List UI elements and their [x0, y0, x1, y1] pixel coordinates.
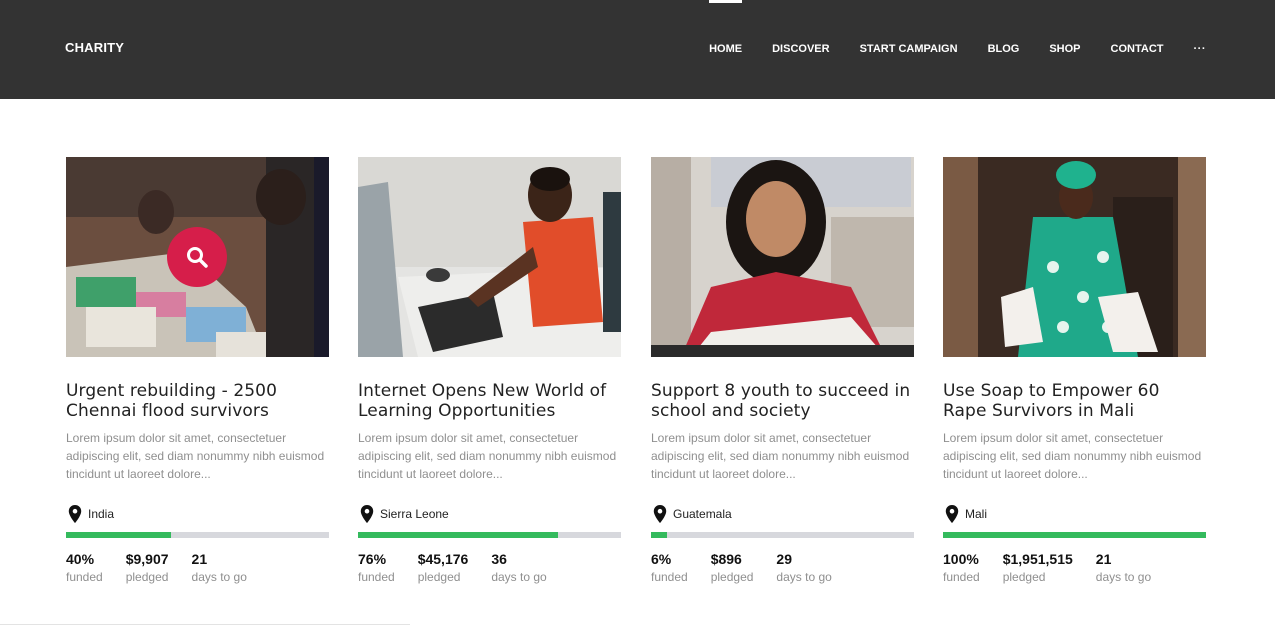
pledged-value: $9,907 — [125, 551, 169, 567]
stat-days: 29 days to go — [776, 550, 831, 586]
more-menu-icon[interactable]: ··· — [1194, 43, 1207, 55]
campaign-title[interactable]: Support 8 youth to succeed in school and… — [651, 381, 914, 421]
campaign-description: Lorem ipsum dolor sit amet, consectetuer… — [943, 431, 1202, 481]
funded-label: funded — [943, 570, 980, 584]
campaign-location: Sierra Leone — [358, 505, 621, 523]
campaign-stats: 76% funded $45,176 pledged 36 days to go — [358, 550, 621, 586]
footer-divider — [0, 624, 410, 625]
campaign-location: Guatemala — [651, 505, 914, 523]
nav-start-campaign[interactable]: START CAMPAIGN — [860, 43, 958, 55]
pledged-value: $45,176 — [417, 551, 469, 567]
campaign-photo — [651, 157, 914, 357]
stat-funded: 6% funded — [651, 550, 688, 586]
map-pin-icon — [360, 505, 374, 523]
days-value: 36 — [491, 551, 507, 567]
campaign-location: India — [66, 505, 329, 523]
stat-pledged: $896 pledged — [711, 550, 754, 586]
funded-label: funded — [651, 570, 688, 584]
funding-progress-bar — [943, 532, 1206, 538]
location-label: Sierra Leone — [380, 507, 449, 521]
days-value: 29 — [776, 551, 792, 567]
campaign-image[interactable] — [943, 157, 1206, 357]
campaign-stats: 6% funded $896 pledged 29 days to go — [651, 550, 914, 586]
funding-progress-fill — [66, 532, 172, 538]
campaign-location: Mali — [943, 505, 1206, 523]
funded-label: funded — [358, 570, 395, 584]
stat-pledged: $45,176 pledged — [418, 550, 469, 586]
pledged-value: $1,951,515 — [1002, 551, 1073, 567]
pledged-label: pledged — [1002, 570, 1046, 584]
pledged-value: $896 — [710, 551, 742, 567]
funding-progress-bar — [651, 532, 914, 538]
campaign-description: Lorem ipsum dolor sit amet, consectetuer… — [358, 431, 617, 481]
nav-blog[interactable]: BLOG — [988, 43, 1020, 55]
stat-pledged: $1,951,515 pledged — [1003, 550, 1073, 586]
nav-shop[interactable]: SHOP — [1049, 43, 1080, 55]
campaign-title[interactable]: Use Soap to Empower 60 Rape Survivors in… — [943, 381, 1206, 421]
campaign-description: Lorem ipsum dolor sit amet, consectetuer… — [66, 431, 325, 481]
stat-days: 36 days to go — [491, 550, 546, 586]
days-label: days to go — [1095, 570, 1152, 584]
funded-value: 76% — [358, 551, 387, 567]
main-nav: HOME DISCOVER START CAMPAIGN BLOG SHOP C… — [679, 0, 1207, 55]
nav-discover[interactable]: DISCOVER — [772, 43, 829, 55]
campaign-title[interactable]: Urgent rebuilding - 2500 Chennai flood s… — [66, 381, 329, 421]
zoom-button[interactable] — [167, 227, 227, 287]
stat-days: 21 days to go — [1096, 550, 1151, 586]
campaign-image[interactable] — [358, 157, 621, 357]
location-label: India — [88, 507, 115, 521]
campaign-stats: 100% funded $1,951,515 pledged 21 days t… — [943, 550, 1206, 586]
campaign-title[interactable]: Internet Opens New World of Learning Opp… — [358, 381, 621, 421]
campaign-card: Urgent rebuilding - 2500 Chennai flood s… — [66, 157, 329, 586]
days-label: days to go — [491, 570, 547, 584]
pledged-label: pledged — [417, 570, 461, 584]
location-label: Mali — [965, 507, 988, 521]
campaign-image[interactable] — [66, 157, 329, 357]
map-pin-icon — [653, 505, 667, 523]
site-logo[interactable]: CHARITY — [65, 40, 124, 55]
campaign-photo — [943, 157, 1206, 357]
campaign-photo — [358, 157, 621, 357]
stat-funded: 76% funded — [358, 550, 395, 586]
days-label: days to go — [191, 570, 247, 584]
funding-progress-bar — [358, 532, 621, 538]
stat-days: 21 days to go — [192, 550, 247, 586]
funded-value: 100% — [943, 551, 979, 567]
pledged-label: pledged — [125, 570, 169, 584]
funded-value: 6% — [651, 551, 672, 567]
nav-home[interactable]: HOME — [709, 0, 743, 55]
stat-pledged: $9,907 pledged — [126, 550, 169, 586]
campaign-stats: 40% funded $9,907 pledged 21 days to go — [66, 550, 329, 586]
campaign-card: Internet Opens New World of Learning Opp… — [358, 157, 621, 586]
campaign-card: Use Soap to Empower 60 Rape Survivors in… — [943, 157, 1206, 586]
campaign-card: Support 8 youth to succeed in school and… — [651, 157, 914, 586]
nav-contact[interactable]: CONTACT — [1111, 43, 1164, 55]
funding-progress-fill — [651, 532, 667, 538]
map-pin-icon — [945, 505, 959, 523]
stat-funded: 100% funded — [943, 550, 980, 586]
days-label: days to go — [776, 570, 832, 584]
funded-value: 40% — [66, 551, 95, 567]
days-value: 21 — [191, 551, 208, 567]
days-value: 21 — [1095, 551, 1112, 567]
funding-progress-fill — [358, 532, 558, 538]
campaign-description: Lorem ipsum dolor sit amet, consectetuer… — [651, 431, 910, 481]
funded-label: funded — [66, 570, 103, 584]
funding-progress-fill — [943, 532, 1206, 538]
pledged-label: pledged — [710, 570, 754, 584]
location-label: Guatemala — [673, 507, 732, 521]
search-icon — [187, 247, 208, 268]
stat-funded: 40% funded — [66, 550, 103, 586]
campaign-image[interactable] — [651, 157, 914, 357]
top-bar: CHARITY HOME DISCOVER START CAMPAIGN BLO… — [0, 0, 1275, 99]
map-pin-icon — [68, 505, 82, 523]
funding-progress-bar — [66, 532, 329, 538]
